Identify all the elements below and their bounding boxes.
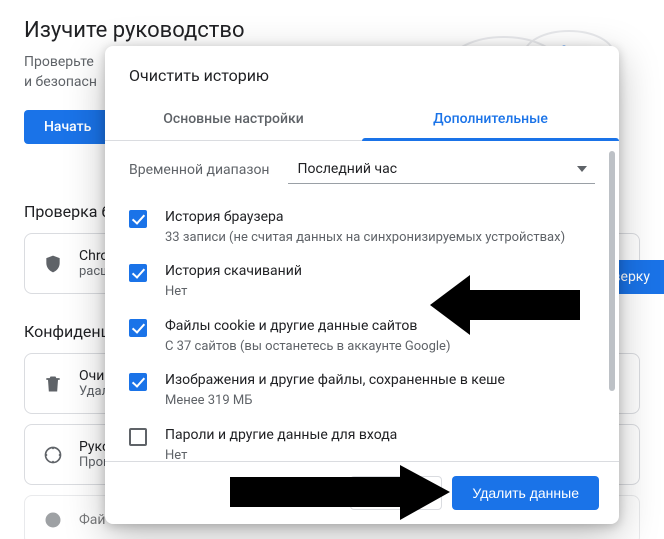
item-title: Пароли и другие данные для входа <box>165 426 397 445</box>
trash-icon <box>43 374 63 394</box>
item-sub: Нет <box>165 283 302 301</box>
checkbox-cookies[interactable] <box>129 319 147 337</box>
time-range-select[interactable]: Последний час <box>288 155 595 184</box>
scrollbar[interactable] <box>609 151 615 451</box>
item-title: История скачиваний <box>165 262 302 281</box>
cancel-button[interactable]: Отмена <box>350 476 442 510</box>
item-title: Изображения и другие файлы, сохраненные … <box>165 371 505 390</box>
compass-icon <box>43 445 63 465</box>
checkbox-browsing-history[interactable] <box>129 210 147 228</box>
files-card-title: Фай <box>79 512 106 528</box>
item-title: Файлы cookie и другие данные сайтов <box>165 317 450 336</box>
item-sub: Нет <box>165 447 397 461</box>
item-cached-images[interactable]: Изображения и другие файлы, сохраненные … <box>129 363 595 417</box>
item-browsing-history[interactable]: История браузера 33 записи (не считая да… <box>129 200 595 254</box>
start-button[interactable]: Начать <box>24 110 111 144</box>
clear-browsing-data-dialog: Очистить историю Основные настройки Допо… <box>105 46 619 524</box>
scrollbar-thumb[interactable] <box>609 151 615 391</box>
dialog-title: Очистить историю <box>105 46 619 99</box>
clear-data-button[interactable]: Удалить данные <box>452 476 599 510</box>
item-passwords[interactable]: Пароли и другие данные для входа Нет <box>129 418 595 461</box>
time-range-value: Последний час <box>298 161 398 177</box>
item-sub: С 37 сайтов (вы останетесь в аккаунте Go… <box>165 338 450 356</box>
item-sub: Менее 319 МБ <box>165 392 505 410</box>
item-cookies[interactable]: Файлы cookie и другие данные сайтов С 37… <box>129 309 595 363</box>
chevron-down-icon <box>577 166 587 172</box>
item-title: История браузера <box>165 208 565 227</box>
cookie-icon <box>43 510 63 530</box>
dialog-body: Временной диапазон Последний час История… <box>105 141 619 461</box>
dialog-tabs: Основные настройки Дополнительные <box>105 99 619 141</box>
checkbox-passwords[interactable] <box>129 428 147 446</box>
tab-advanced[interactable]: Дополнительные <box>362 99 619 140</box>
time-range-label: Временной диапазон <box>129 162 270 178</box>
checkbox-cached-images[interactable] <box>129 373 147 391</box>
checkbox-download-history[interactable] <box>129 264 147 282</box>
shield-icon <box>43 254 63 274</box>
item-sub: 33 записи (не считая данных на синхрониз… <box>165 229 565 247</box>
tab-basic[interactable]: Основные настройки <box>105 99 362 140</box>
dialog-footer: Отмена Удалить данные <box>105 461 619 524</box>
item-download-history[interactable]: История скачиваний Нет <box>129 254 595 308</box>
